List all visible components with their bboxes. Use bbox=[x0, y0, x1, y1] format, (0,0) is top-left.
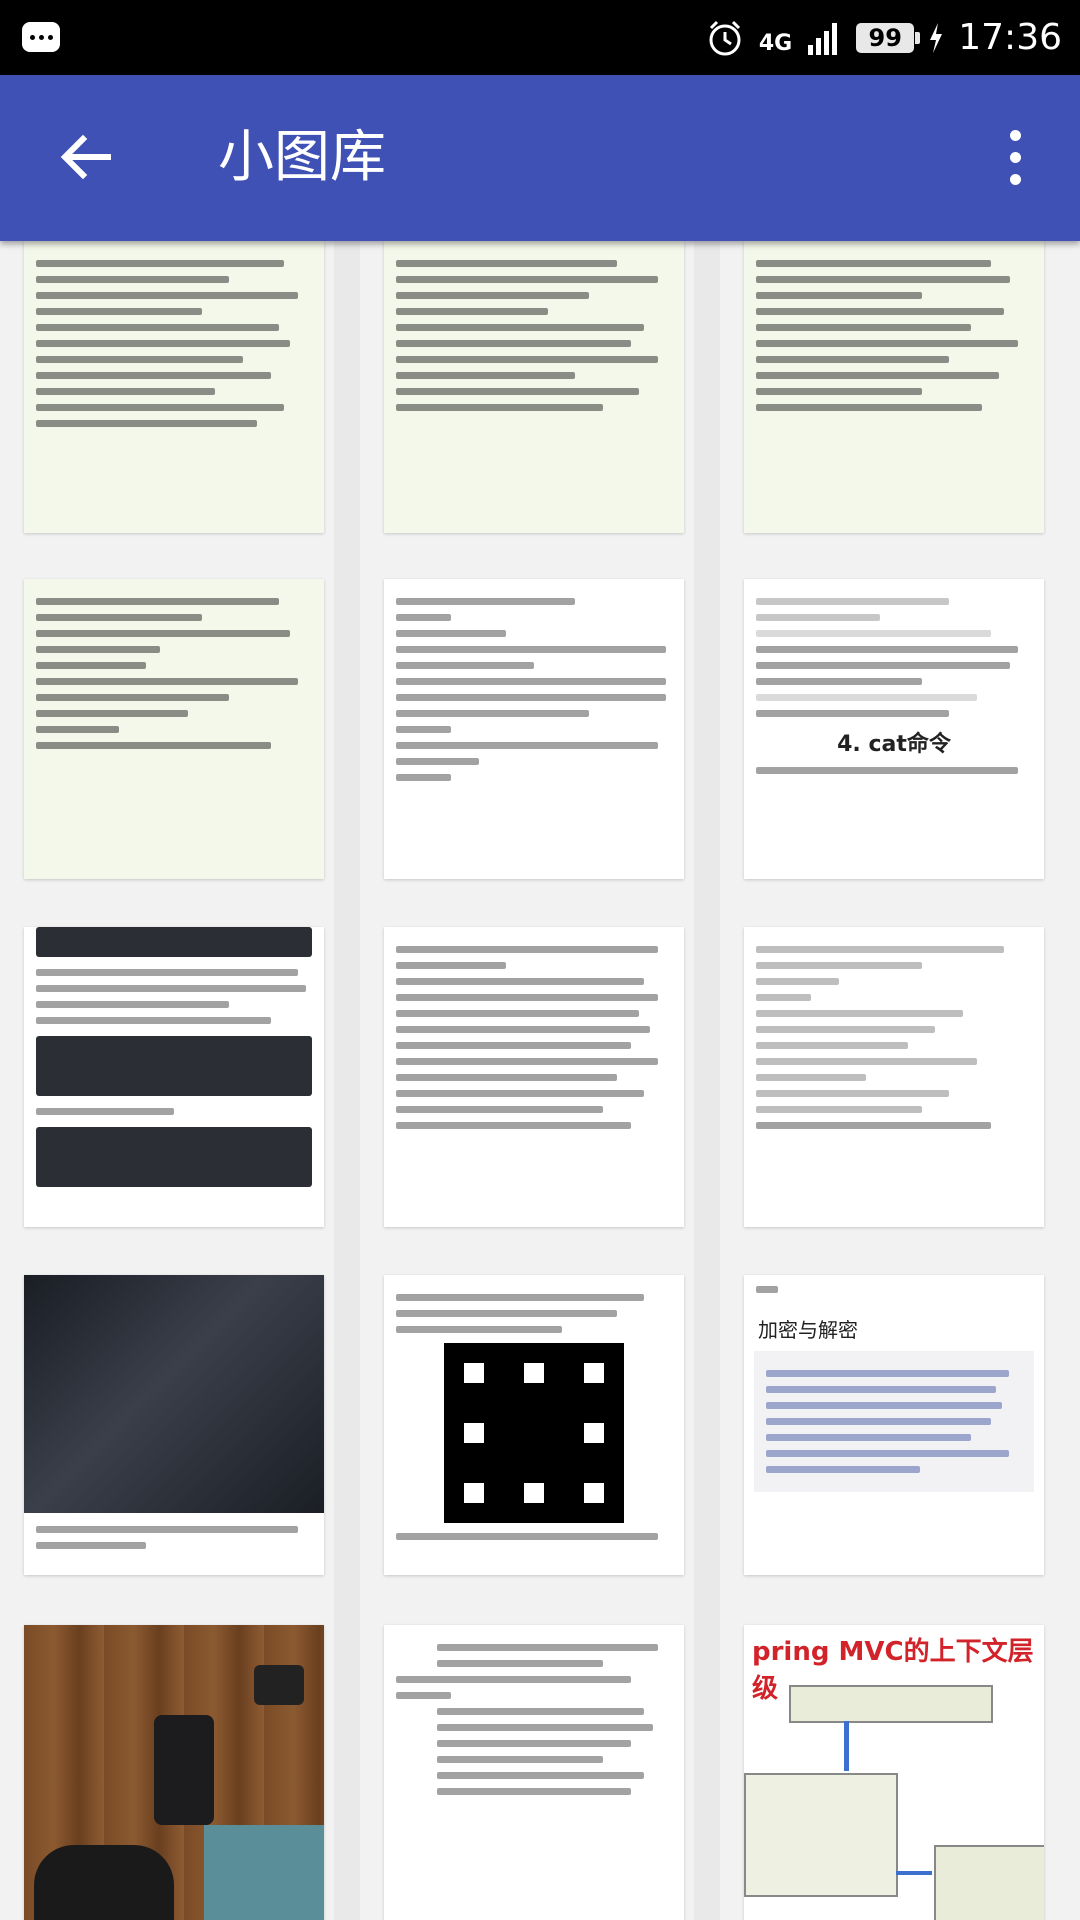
camera-photo-object bbox=[254, 1665, 304, 1705]
image-thumbnail[interactable] bbox=[384, 241, 684, 533]
image-thumbnail[interactable] bbox=[24, 241, 324, 533]
image-thumbnail[interactable] bbox=[384, 927, 684, 1227]
network-type: 4G bbox=[758, 31, 793, 56]
image-thumbnail[interactable] bbox=[24, 579, 324, 879]
diagram-arrow bbox=[896, 1871, 932, 1875]
column-divider bbox=[334, 241, 360, 1920]
app-bar: 小图库 bbox=[0, 75, 1080, 241]
battery-indicator: 99 bbox=[856, 22, 921, 53]
image-thumbnail[interactable] bbox=[384, 1275, 684, 1575]
column-divider bbox=[694, 241, 720, 1920]
image-thumbnail[interactable]: 加密与解密 bbox=[744, 1275, 1044, 1575]
more-options-button[interactable] bbox=[980, 117, 1050, 197]
charging-icon bbox=[928, 22, 944, 53]
back-button[interactable] bbox=[40, 117, 130, 197]
thumbnail-heading: 加密与解密 bbox=[758, 1318, 858, 1342]
more-vert-icon bbox=[1009, 129, 1021, 141]
image-thumbnail[interactable] bbox=[24, 1625, 324, 1920]
page-title: 小图库 bbox=[218, 125, 386, 190]
image-thumbnail[interactable] bbox=[384, 1625, 684, 1920]
thumbnail-heading: 4. cat命令 bbox=[837, 732, 951, 757]
diagram-box bbox=[744, 1773, 898, 1897]
alarm-icon bbox=[705, 18, 745, 58]
diagram-box bbox=[934, 1845, 1044, 1920]
image-thumbnail[interactable] bbox=[384, 579, 684, 879]
clock: 17:36 bbox=[958, 17, 1062, 58]
image-thumbnail[interactable] bbox=[744, 241, 1044, 533]
diagram-arrow bbox=[844, 1721, 849, 1771]
image-grid: 4. cat命令 加密与解密 pring MVC的上下文层级 bbox=[0, 241, 1080, 1920]
arrow-left-icon bbox=[60, 134, 111, 180]
signal-icon bbox=[806, 21, 842, 55]
shoes-photo-object bbox=[34, 1845, 174, 1920]
image-thumbnail[interactable]: pring MVC的上下文层级 bbox=[744, 1625, 1044, 1920]
image-thumbnail[interactable] bbox=[24, 1275, 324, 1575]
jeans-photo-object bbox=[204, 1825, 324, 1920]
status-bar: 4G 99 17:36 bbox=[0, 0, 1080, 75]
image-thumbnail[interactable] bbox=[744, 927, 1044, 1227]
fractal-image bbox=[444, 1343, 624, 1523]
phone-photo-object bbox=[154, 1715, 214, 1825]
diagram-box bbox=[789, 1685, 993, 1723]
photo bbox=[24, 1275, 324, 1513]
status-icons: 4G 99 17:36 bbox=[705, 0, 1062, 75]
notification-icon bbox=[22, 22, 60, 52]
image-thumbnail[interactable] bbox=[24, 927, 324, 1227]
image-thumbnail[interactable]: 4. cat命令 bbox=[744, 579, 1044, 879]
